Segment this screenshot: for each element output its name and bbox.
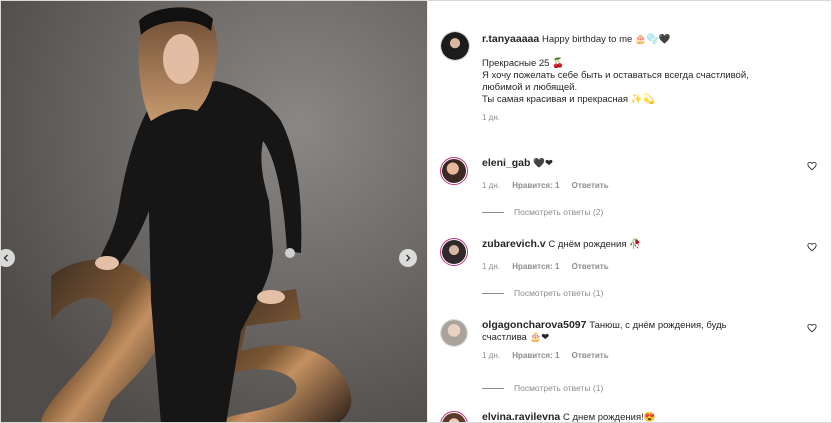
comment-text: С днем рождения!😍 bbox=[563, 412, 656, 423]
chevron-right-icon[interactable] bbox=[399, 249, 417, 267]
comment-likes[interactable]: Нравится: 1 bbox=[512, 351, 559, 360]
commenter-username[interactable]: olgagoncharova5097 bbox=[482, 319, 586, 331]
commenter-avatar[interactable] bbox=[440, 411, 468, 422]
post-time[interactable]: 1 дн. bbox=[482, 113, 500, 122]
heart-outline-icon[interactable] bbox=[807, 161, 817, 171]
comment-time[interactable]: 1 дн. bbox=[482, 181, 500, 190]
view-replies-label: Посмотреть ответы (2) bbox=[514, 207, 604, 217]
caption-line: Ты самая красивая и прекрасная ✨💫 bbox=[482, 94, 655, 105]
commenter-avatar[interactable] bbox=[440, 238, 468, 266]
reply-button[interactable]: Ответить bbox=[572, 262, 609, 271]
comment-text-continued: счастлива 🎂❤ bbox=[482, 332, 550, 343]
view-replies-label: Посмотреть ответы (1) bbox=[514, 383, 604, 393]
comment-likes[interactable]: Нравится: 1 bbox=[512, 181, 559, 190]
commenter-avatar[interactable] bbox=[440, 157, 468, 185]
view-replies-label: Посмотреть ответы (1) bbox=[514, 288, 604, 298]
comment-text: Танюш, с днём рождения, будь bbox=[589, 320, 727, 331]
caption-line: Я хочу пожелать себе быть и оставаться в… bbox=[482, 70, 749, 81]
author-username[interactable]: r.tanyaaaaa bbox=[482, 33, 539, 45]
comment-time[interactable]: 1 дн. bbox=[482, 262, 500, 271]
commenter-username[interactable]: elvina.ravilevna bbox=[482, 411, 560, 422]
comment-text: 🖤❤ bbox=[533, 158, 554, 169]
caption-line: любимой и любящей. bbox=[482, 82, 578, 93]
author-avatar[interactable] bbox=[440, 31, 470, 61]
post-dialog: r.tanyaaaaa Happy birthday to me 🎂🫧🖤 Пре… bbox=[0, 0, 832, 423]
comment-time[interactable]: 1 дн. bbox=[482, 351, 500, 360]
view-replies-button[interactable]: Посмотреть ответы (2) bbox=[482, 207, 603, 217]
caption-line: Прекрасные 25 🍒 bbox=[482, 58, 564, 69]
photo-illustration bbox=[1, 1, 427, 422]
comment-text: С днём рождения 🥀 bbox=[548, 239, 641, 250]
comment-likes[interactable]: Нравится: 1 bbox=[512, 262, 559, 271]
heart-outline-icon[interactable] bbox=[807, 242, 817, 252]
reply-button[interactable]: Ответить bbox=[572, 181, 609, 190]
comments-panel: r.tanyaaaaa Happy birthday to me 🎂🫧🖤 Пре… bbox=[427, 1, 831, 423]
caption-first-line: Happy birthday to me 🎂🫧🖤 bbox=[542, 34, 671, 45]
post-photo bbox=[1, 1, 427, 422]
heart-outline-icon[interactable] bbox=[807, 323, 817, 333]
commenter-avatar[interactable] bbox=[440, 319, 468, 347]
view-replies-button[interactable]: Посмотреть ответы (1) bbox=[482, 383, 603, 393]
commenter-username[interactable]: zubarevich.v bbox=[482, 238, 546, 250]
view-replies-button[interactable]: Посмотреть ответы (1) bbox=[482, 288, 603, 298]
commenter-username[interactable]: eleni_gab bbox=[482, 157, 530, 169]
reply-button[interactable]: Ответить bbox=[572, 351, 609, 360]
